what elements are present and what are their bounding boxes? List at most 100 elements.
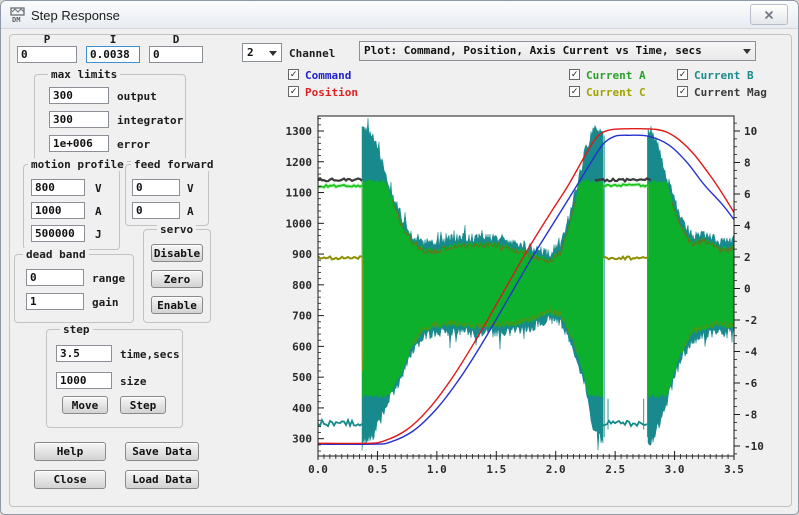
dialog-body: P I D 2 Channel Plot: Command, Position,… <box>1 29 799 515</box>
channel-value: 2 <box>247 46 254 59</box>
channel-select[interactable]: 2 <box>242 43 282 62</box>
svg-text:DM: DM <box>12 16 20 24</box>
save-data-button[interactable]: Save Data <box>125 442 199 461</box>
ff-velocity-label: V <box>187 182 194 195</box>
step-response-window: DM Step Response P I D 2 Channel Plot: C… <box>0 0 799 515</box>
check-icon: ✓ <box>679 86 685 97</box>
position-checkbox-label: Position <box>305 86 358 99</box>
max-output-input[interactable] <box>49 87 109 104</box>
current-a-checkbox[interactable]: ✓ <box>569 69 580 80</box>
current-mag-checkbox[interactable]: ✓ <box>677 86 688 97</box>
svg-text:300: 300 <box>292 433 312 446</box>
chevron-down-icon <box>269 51 277 56</box>
d-label: D <box>149 33 203 46</box>
current-c-checkbox-label: Current C <box>586 86 646 99</box>
svg-text:600: 600 <box>292 340 312 353</box>
position-checkbox[interactable]: ✓ <box>288 86 299 97</box>
svg-text:0.5: 0.5 <box>367 463 387 476</box>
svg-text:3.5: 3.5 <box>724 463 744 476</box>
deadband-gain-label: gain <box>92 296 119 309</box>
step-size-label: size <box>120 375 147 388</box>
max-error-label: error <box>117 138 150 151</box>
servo-disable-button[interactable]: Disable <box>151 244 203 262</box>
help-button[interactable]: Help <box>34 442 106 461</box>
max-integrator-input[interactable] <box>49 111 109 128</box>
current-b-checkbox[interactable]: ✓ <box>677 69 688 80</box>
dead-band-title: dead band <box>23 248 89 261</box>
chevron-down-icon <box>743 49 751 54</box>
svg-text:-8: -8 <box>744 408 757 421</box>
step-button[interactable]: Step <box>120 396 166 414</box>
svg-text:400: 400 <box>292 402 312 415</box>
window-title: Step Response <box>31 8 120 23</box>
plot-mode-select[interactable]: Plot: Command, Position, Axis Current vs… <box>359 41 756 61</box>
current-mag-checkbox-label: Current Mag <box>694 86 767 99</box>
profile-accel-label: A <box>95 205 102 218</box>
max-output-label: output <box>117 90 157 103</box>
command-checkbox[interactable]: ✓ <box>288 69 299 80</box>
plot-mode-value: Plot: Command, Position, Axis Current vs… <box>364 44 702 57</box>
max-integrator-label: integrator <box>117 114 183 127</box>
app-icon: DM <box>9 6 27 24</box>
close-icon <box>764 10 774 20</box>
plot-area: 3004005006007008009001000110012001300-10… <box>276 101 781 479</box>
svg-text:-10: -10 <box>744 440 764 453</box>
feed-forward-title: feed forward <box>131 158 216 171</box>
profile-velocity-label: V <box>95 182 102 195</box>
check-icon: ✓ <box>679 69 685 80</box>
deadband-range-input[interactable] <box>26 269 84 286</box>
close-button[interactable]: Close <box>34 470 106 489</box>
load-data-button[interactable]: Load Data <box>125 470 199 489</box>
svg-text:2.0: 2.0 <box>546 463 566 476</box>
profile-velocity-input[interactable] <box>31 179 85 196</box>
svg-text:500: 500 <box>292 371 312 384</box>
svg-text:4: 4 <box>744 219 751 232</box>
svg-text:10: 10 <box>744 125 757 138</box>
max-error-input[interactable] <box>49 135 109 152</box>
channel-label: Channel <box>289 47 335 60</box>
svg-text:1000: 1000 <box>286 217 313 230</box>
svg-text:1.0: 1.0 <box>427 463 447 476</box>
close-window-button[interactable] <box>750 4 788 25</box>
current-c-checkbox[interactable]: ✓ <box>569 86 580 97</box>
svg-text:2: 2 <box>744 251 751 264</box>
p-label: P <box>17 33 77 46</box>
profile-accel-input[interactable] <box>31 202 85 219</box>
step-title: step <box>60 323 93 336</box>
deadband-gain-input[interactable] <box>26 293 84 310</box>
svg-text:1200: 1200 <box>286 156 313 169</box>
ff-velocity-input[interactable] <box>132 179 180 196</box>
check-icon: ✓ <box>290 69 296 80</box>
step-time-label: time,secs <box>120 348 180 361</box>
motion-profile-title: motion profile <box>28 158 127 171</box>
current-a-checkbox-label: Current A <box>586 69 646 82</box>
svg-text:800: 800 <box>292 279 312 292</box>
p-input[interactable] <box>17 46 77 63</box>
svg-text:8: 8 <box>744 156 751 169</box>
i-input[interactable] <box>86 46 140 63</box>
profile-jerk-input[interactable] <box>31 225 85 242</box>
profile-jerk-label: J <box>95 228 102 241</box>
servo-enable-button[interactable]: Enable <box>151 296 203 314</box>
title-bar: DM Step Response <box>1 1 798 29</box>
svg-text:0: 0 <box>744 282 751 295</box>
svg-text:700: 700 <box>292 310 312 323</box>
servo-zero-button[interactable]: Zero <box>151 270 203 288</box>
svg-text:2.5: 2.5 <box>605 463 625 476</box>
svg-text:1.5: 1.5 <box>486 463 506 476</box>
step-time-input[interactable] <box>56 345 112 362</box>
step-size-input[interactable] <box>56 372 112 389</box>
d-input[interactable] <box>149 46 203 63</box>
ff-accel-input[interactable] <box>132 202 180 219</box>
svg-text:-4: -4 <box>744 345 758 358</box>
max-limits-title: max limits <box>48 68 120 81</box>
check-icon: ✓ <box>571 69 577 80</box>
move-button[interactable]: Move <box>62 396 108 414</box>
svg-text:-6: -6 <box>744 377 758 390</box>
command-checkbox-label: Command <box>305 69 351 82</box>
svg-text:1300: 1300 <box>286 125 313 138</box>
i-label: I <box>86 33 140 46</box>
svg-text:0.0: 0.0 <box>308 463 328 476</box>
svg-text:-2: -2 <box>744 314 757 327</box>
ff-accel-label: A <box>187 205 194 218</box>
